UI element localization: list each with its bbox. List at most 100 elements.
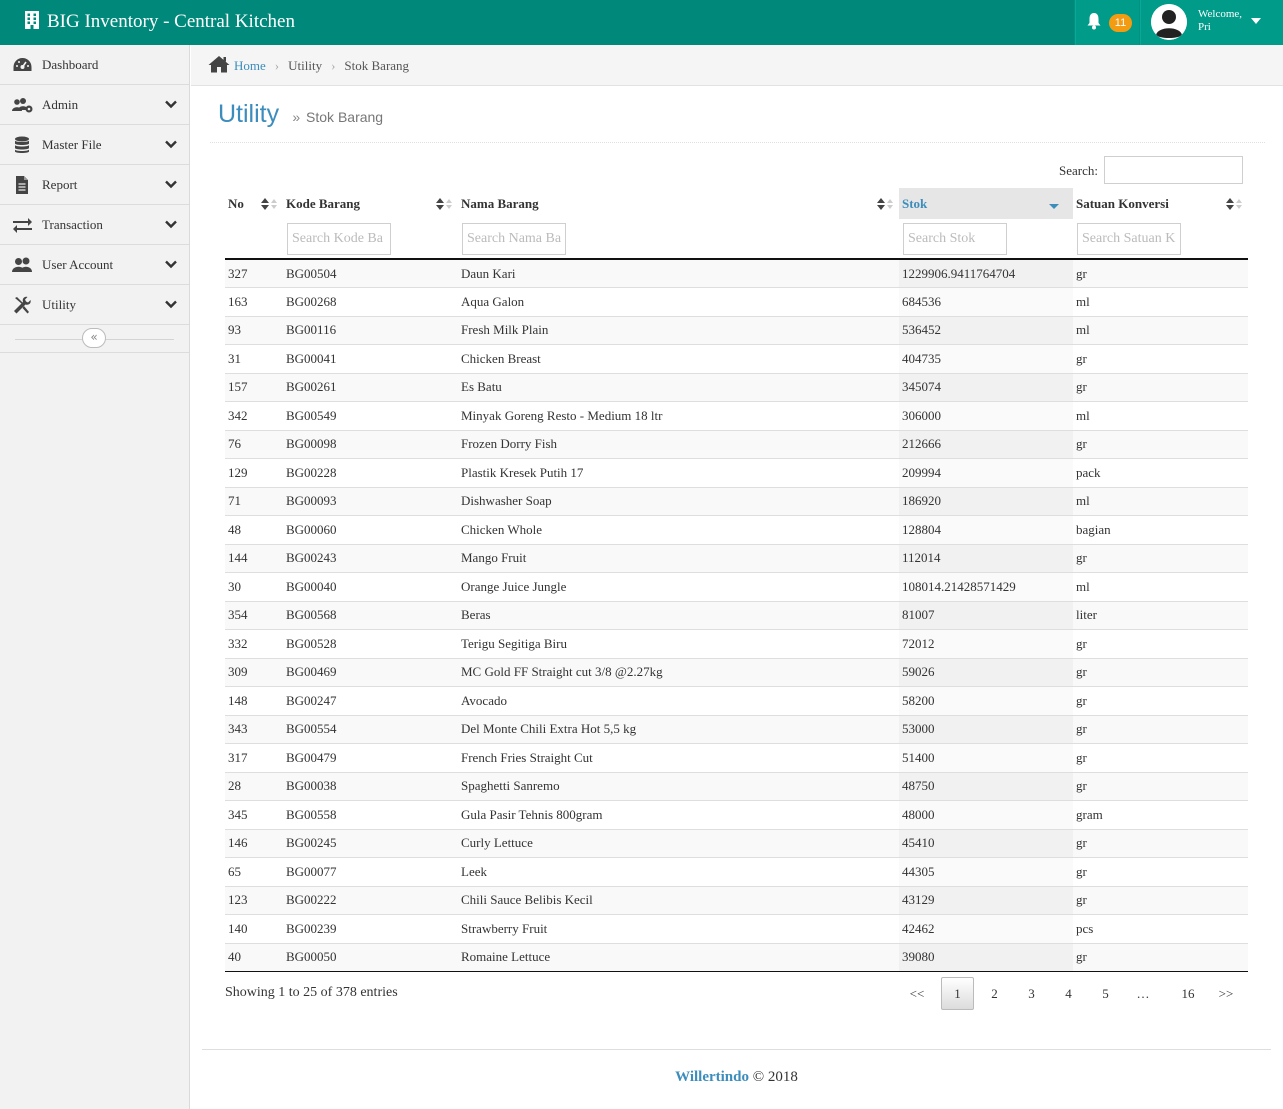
table-row[interactable]: 309 BG00469 MC Gold FF Straight cut 3/8 @2… <box>225 658 1248 687</box>
app-brand[interactable]: BIG Inventory - Central Kitchen <box>0 0 1074 45</box>
table-row[interactable]: 28 BG00038 Spaghetti Sanremo 48750 gr <box>225 772 1248 801</box>
filter-satuan-input[interactable] <box>1077 222 1181 255</box>
table-row[interactable]: 148 BG00247 Avocado 58200 gr <box>225 686 1248 716</box>
sidebar-item-report[interactable]: Report <box>0 165 189 205</box>
table-row[interactable]: 345 BG00558 Gula Pasir Tehnis 800gram 48000… <box>225 800 1248 830</box>
column-header-kode-barang[interactable]: Kode Barang <box>283 188 458 219</box>
bell-icon <box>1087 13 1101 30</box>
sidebar-item-label: Admin <box>42 97 79 112</box>
table-row[interactable]: 123 BG00222 Chili Sauce Belibis Kecil 43129… <box>225 886 1248 915</box>
table-row[interactable]: 140 BG00239 Strawberry Fruit 42462 pcs <box>225 914 1248 944</box>
page-5[interactable]: 5 <box>1092 977 1119 1010</box>
cell-no: 157 <box>225 373 283 402</box>
table-row[interactable]: 30 BG00040 Orange Juice Jungle 108014.21428… <box>225 572 1248 602</box>
table-row[interactable]: 157 BG00261 Es Batu 345074 gr <box>225 373 1248 402</box>
breadcrumb-item-stok-barang: Stok Barang <box>344 58 410 73</box>
sidebar-item-dashboard[interactable]: Dashboard <box>0 45 189 85</box>
cell-satuan: gr <box>1073 430 1248 459</box>
cell-satuan: ml <box>1073 487 1248 516</box>
cell-no: 140 <box>225 914 283 944</box>
cell-stok: 404735 <box>899 344 1073 374</box>
cell-stok: 48750 <box>899 772 1073 801</box>
cell-kode-barang: BG00239 <box>283 914 458 944</box>
user-menu[interactable]: Welcome, Pri <box>1140 0 1283 45</box>
cell-nama-barang: Fresh Milk Plain <box>458 316 899 345</box>
sidebar-item-transaction[interactable]: Transaction <box>0 205 189 245</box>
table-row[interactable]: 65 BG00077 Leek 44305 gr <box>225 857 1248 887</box>
table-body: 327 BG00504 Daun Kari 1229906.9411764704 gr 1… <box>225 259 1248 972</box>
table-row[interactable]: 146 BG00245 Curly Lettuce 45410 gr <box>225 829 1248 858</box>
table-row[interactable]: 342 BG00549 Minyak Goreng Resto - Medium 1… <box>225 401 1248 431</box>
cell-satuan: gr <box>1073 772 1248 801</box>
cell-nama-barang: Curly Lettuce <box>458 829 899 858</box>
table-row[interactable]: 163 BG00268 Aqua Galon 684536 ml <box>225 287 1248 317</box>
cell-nama-barang: Terigu Segitiga Biru <box>458 629 899 659</box>
cell-stok: 108014.21428571429 <box>899 572 1073 602</box>
filter-kode-barang-input[interactable] <box>287 222 391 255</box>
cell-no: 28 <box>225 772 283 801</box>
cell-kode-barang: BG00469 <box>283 658 458 687</box>
cell-no: 354 <box>225 601 283 630</box>
page-4[interactable]: 4 <box>1055 977 1082 1010</box>
table-row[interactable]: 343 BG00554 Del Monte Chili Extra Hot 5,5 … <box>225 715 1248 744</box>
cell-no: 148 <box>225 686 283 716</box>
cell-no: 317 <box>225 743 283 773</box>
cell-kode-barang: BG00040 <box>283 572 458 602</box>
table-row[interactable]: 31 BG00041 Chicken Breast 404735 gr <box>225 344 1248 374</box>
footer: Willertindo © 2018 <box>0 1069 1283 1086</box>
column-header-satuan-konversi[interactable]: Satuan Konversi <box>1073 188 1248 219</box>
sidebar-item-admin[interactable]: Admin <box>0 85 189 125</box>
table-row[interactable]: 332 BG00528 Terigu Segitiga Biru 72012 gr <box>225 629 1248 659</box>
table-row[interactable]: 93 BG00116 Fresh Milk Plain 536452 ml <box>225 316 1248 345</box>
page-3[interactable]: 3 <box>1018 977 1045 1010</box>
cell-kode-barang: BG00041 <box>283 344 458 374</box>
sidebar-item-user-account[interactable]: User Account <box>0 245 189 285</box>
breadcrumb-item-utility[interactable]: Utility <box>288 58 322 73</box>
table-row[interactable]: 144 BG00243 Mango Fruit 112014 gr <box>225 544 1248 573</box>
page-prev[interactable]: << <box>897 977 937 1010</box>
cell-no: 343 <box>225 715 283 744</box>
column-header-label: Kode Barang <box>286 195 361 211</box>
chevron-down-icon <box>165 100 177 109</box>
page-16[interactable]: 16 <box>1172 977 1204 1010</box>
filter-stok-input[interactable] <box>903 222 1007 255</box>
sidebar-item-master-file[interactable]: Master File <box>0 125 189 165</box>
table-row[interactable]: 76 BG00098 Frozen Dorry Fish 212666 gr <box>225 430 1248 459</box>
column-header-nama-barang[interactable]: Nama Barang <box>458 188 899 219</box>
breadcrumb-home-link[interactable]: Home <box>234 58 266 73</box>
page-1[interactable]: 1 <box>941 977 974 1010</box>
column-header-label: Satuan Konversi <box>1076 195 1169 211</box>
notifications-button[interactable]: 11 <box>1075 0 1139 45</box>
sidebar-collapse-button[interactable]: « <box>82 328 106 348</box>
table-row[interactable]: 48 BG00060 Chicken Whole 128804 bagian <box>225 515 1248 545</box>
sidebar-item-utility[interactable]: Utility <box>0 285 189 325</box>
footer-company-link[interactable]: Willertindo <box>675 1069 749 1085</box>
breadcrumb: Home › Utility › Stok Barang <box>191 45 1283 86</box>
filter-nama-barang-input[interactable] <box>462 222 566 255</box>
home-icon[interactable] <box>208 55 230 73</box>
page-2[interactable]: 2 <box>981 977 1008 1010</box>
cell-stok: 1229906.9411764704 <box>899 259 1073 288</box>
cell-satuan: ml <box>1073 401 1248 431</box>
cell-kode-barang: BG00554 <box>283 715 458 744</box>
cell-no: 345 <box>225 800 283 830</box>
page-header: Utility » Stok Barang <box>218 100 383 129</box>
table-row[interactable]: 71 BG00093 Dishwasher Soap 186920 ml <box>225 487 1248 516</box>
tools-icon <box>14 296 31 314</box>
table-row[interactable]: 354 BG00568 Beras 81007 liter <box>225 601 1248 630</box>
table-row[interactable]: 129 BG00228 Plastik Kresek Putih 17 209994 p… <box>225 458 1248 488</box>
cell-kode-barang: BG00093 <box>283 487 458 516</box>
table-row[interactable]: 40 BG00050 Romaine Lettuce 39080 gr <box>225 943 1248 972</box>
cell-satuan: gr <box>1073 544 1248 573</box>
cell-nama-barang: Del Monte Chili Extra Hot 5,5 kg <box>458 715 899 744</box>
dashboard-icon <box>13 58 32 71</box>
cell-satuan: ml <box>1073 287 1248 317</box>
page-next[interactable]: >> <box>1210 977 1242 1010</box>
table-row[interactable]: 317 BG00479 French Fries Straight Cut 51400… <box>225 743 1248 773</box>
column-header-stok[interactable]: Stok <box>899 188 1073 219</box>
search-input[interactable] <box>1104 156 1243 184</box>
cell-kode-barang: BG00116 <box>283 316 458 345</box>
column-header-no[interactable]: No <box>225 188 283 219</box>
filter-row <box>225 219 1248 260</box>
table-row[interactable]: 327 BG00504 Daun Kari 1229906.9411764704 gr <box>225 259 1248 288</box>
